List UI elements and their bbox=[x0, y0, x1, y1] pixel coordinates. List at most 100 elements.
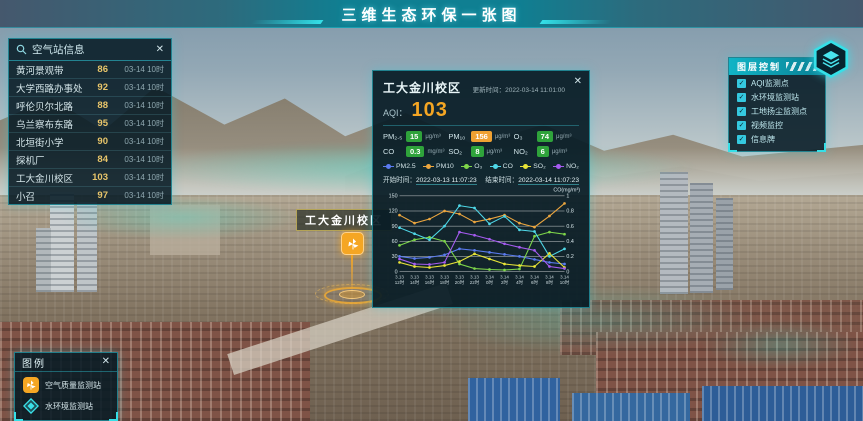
legend-panel: 图例 ✕ 空气质量监测站水环境监测站 bbox=[14, 352, 118, 421]
close-icon[interactable]: ✕ bbox=[574, 77, 582, 87]
station-aqi-value: 88 bbox=[82, 100, 108, 111]
layer-item-label: AQI监测点 bbox=[751, 78, 789, 89]
station-row[interactable]: 黄河景观带8603-14 10时 bbox=[9, 61, 171, 79]
station-aqi-value: 90 bbox=[82, 136, 108, 147]
svg-text:2时: 2时 bbox=[501, 279, 508, 285]
app-header: 三维生态环保一张图 bbox=[0, 0, 863, 28]
layer-item-label: 水环境监测站 bbox=[751, 92, 799, 103]
legend-list: 空气质量监测站水环境监测站 bbox=[15, 372, 117, 414]
legend-item: 空气质量监测站 bbox=[15, 372, 117, 393]
station-name: 工大金川校区 bbox=[16, 171, 82, 185]
station-time: 03-14 10时 bbox=[108, 154, 164, 165]
svg-text:3.14: 3.14 bbox=[500, 274, 509, 279]
svg-text:60: 60 bbox=[392, 239, 398, 245]
station-row[interactable]: 小召9703-14 10时 bbox=[9, 187, 171, 204]
windmill-icon bbox=[346, 237, 360, 251]
legend-item[interactable]: SO₂ bbox=[520, 163, 545, 170]
close-icon[interactable]: ✕ bbox=[102, 357, 110, 367]
svg-text:3.14: 3.14 bbox=[530, 274, 539, 279]
station-time: 03-14 10时 bbox=[108, 100, 164, 111]
air-station-marker-icon[interactable] bbox=[341, 232, 364, 255]
legend-item[interactable]: O₃ bbox=[461, 163, 482, 170]
layer-item[interactable]: ✓ 水环境监测站 bbox=[729, 89, 825, 103]
station-name: 小召 bbox=[16, 189, 82, 203]
start-time: 开始时间：2022-03-13 11:07:23 bbox=[383, 174, 477, 184]
layer-item[interactable]: ✓信息牌 bbox=[729, 131, 825, 145]
close-icon[interactable]: ✕ bbox=[156, 45, 164, 55]
station-row[interactable]: 工大金川校区10303-14 10时 bbox=[9, 169, 171, 187]
building-block bbox=[150, 205, 220, 255]
svg-text:18时: 18时 bbox=[440, 279, 450, 285]
svg-text:30: 30 bbox=[392, 254, 398, 260]
svg-text:CO(mg/m³): CO(mg/m³) bbox=[553, 187, 580, 193]
layer-item-label: 视频监控 bbox=[751, 120, 783, 131]
layer-item[interactable]: ✓ AQI监测点 bbox=[729, 75, 825, 89]
layer-item-label: 工地扬尘监测点 bbox=[751, 106, 807, 117]
station-time: 03-14 10时 bbox=[108, 190, 164, 201]
station-time: 03-14 10时 bbox=[108, 64, 164, 75]
station-row[interactable]: 乌兰察布东路9503-14 10时 bbox=[9, 115, 171, 133]
svg-text:3.13: 3.13 bbox=[410, 274, 419, 279]
legend-item-label: 空气质量监测站 bbox=[45, 380, 101, 391]
svg-text:3.14: 3.14 bbox=[545, 274, 554, 279]
building-block bbox=[50, 192, 74, 292]
svg-text:3.13: 3.13 bbox=[470, 274, 479, 279]
legend-item-label: 水环境监测站 bbox=[45, 401, 93, 412]
air-station-icon bbox=[23, 377, 39, 393]
layer-item[interactable]: ✓ 工地扬尘监测点 bbox=[729, 103, 825, 117]
layer-list: ✓ AQI监测点 ✓ 水环境监测站 ✓ 工地扬尘监测点 ✓ 视频监控✓信息牌 bbox=[729, 75, 825, 145]
legend-item[interactable]: PM2.5 bbox=[383, 163, 416, 170]
legend-item[interactable]: NO₂ bbox=[553, 163, 579, 170]
marker-ring-inner bbox=[339, 290, 365, 299]
legend-item[interactable]: PM10 bbox=[423, 163, 454, 170]
svg-text:3.13: 3.13 bbox=[395, 274, 404, 279]
svg-text:3.14: 3.14 bbox=[485, 274, 494, 279]
svg-text:8时: 8时 bbox=[546, 279, 553, 285]
industrial-building bbox=[468, 378, 560, 421]
svg-text:3.13: 3.13 bbox=[455, 274, 464, 279]
building-block bbox=[690, 183, 713, 293]
station-time: 03-14 10时 bbox=[108, 136, 164, 147]
aqi-detail-popup: 工大金川校区 更新时间：2022-03-14 11:01:00 ✕ AQI： 1… bbox=[372, 70, 590, 308]
station-name: 乌兰察布东路 bbox=[16, 117, 82, 131]
station-list: 黄河景观带8603-14 10时大学西路办事处9203-14 10时呼伦贝尔北路… bbox=[9, 61, 171, 204]
checkbox-checked[interactable]: ✓ bbox=[737, 121, 746, 130]
page-title: 三维生态环保一张图 bbox=[0, 4, 863, 25]
station-panel-title: 空气站信息 bbox=[32, 42, 151, 57]
station-name: 黄河景观带 bbox=[16, 63, 82, 77]
checkbox-checked[interactable]: ✓ bbox=[737, 93, 746, 102]
checkbox-checked[interactable]: ✓ bbox=[737, 107, 746, 116]
station-aqi-value: 103 bbox=[82, 172, 108, 183]
svg-text:1: 1 bbox=[566, 194, 569, 200]
station-aqi-value: 92 bbox=[82, 82, 108, 93]
station-time: 03-14 10时 bbox=[108, 172, 164, 183]
building-block bbox=[36, 228, 51, 292]
building-block bbox=[77, 202, 97, 292]
layer-item[interactable]: ✓ 视频监控 bbox=[729, 117, 825, 131]
layer-hexagon-button[interactable] bbox=[812, 40, 850, 78]
checkbox-checked[interactable]: ✓ bbox=[737, 79, 746, 88]
industrial-building bbox=[572, 393, 690, 421]
chart-legend: PM2.5 PM10 O₃ CO SO₂ NO₂ bbox=[383, 163, 579, 170]
svg-text:10时: 10时 bbox=[560, 279, 570, 285]
svg-text:22时: 22时 bbox=[470, 279, 480, 285]
svg-text:90: 90 bbox=[392, 224, 398, 230]
station-aqi-value: 97 bbox=[82, 190, 108, 201]
popup-title: 工大金川校区 bbox=[383, 79, 461, 96]
station-row[interactable]: 探机厂8403-14 10时 bbox=[9, 151, 171, 169]
station-list-panel: 空气站信息 ✕ 黄河景观带8603-14 10时大学西路办事处9203-14 1… bbox=[8, 38, 172, 205]
divider bbox=[383, 125, 579, 126]
station-row[interactable]: 大学西路办事处9203-14 10时 bbox=[9, 79, 171, 97]
station-name: 呼伦贝尔北路 bbox=[16, 99, 82, 113]
legend-panel-title: 图例 bbox=[22, 355, 102, 370]
legend-item[interactable]: CO bbox=[490, 163, 513, 170]
station-aqi-value: 86 bbox=[82, 64, 108, 75]
pollutant-grid: PM₂.₅15μg/m³PM₁₀156μg/m³O₃74μg/m³CO0.3mg… bbox=[383, 131, 579, 157]
svg-text:0.2: 0.2 bbox=[566, 254, 573, 260]
station-row[interactable]: 呼伦贝尔北路8803-14 10时 bbox=[9, 97, 171, 115]
svg-text:3.13: 3.13 bbox=[440, 274, 449, 279]
svg-text:12时: 12时 bbox=[395, 279, 405, 285]
svg-text:3.14: 3.14 bbox=[560, 274, 569, 279]
checkbox-checked[interactable]: ✓ bbox=[737, 135, 746, 144]
station-row[interactable]: 北垣街小学9003-14 10时 bbox=[9, 133, 171, 151]
